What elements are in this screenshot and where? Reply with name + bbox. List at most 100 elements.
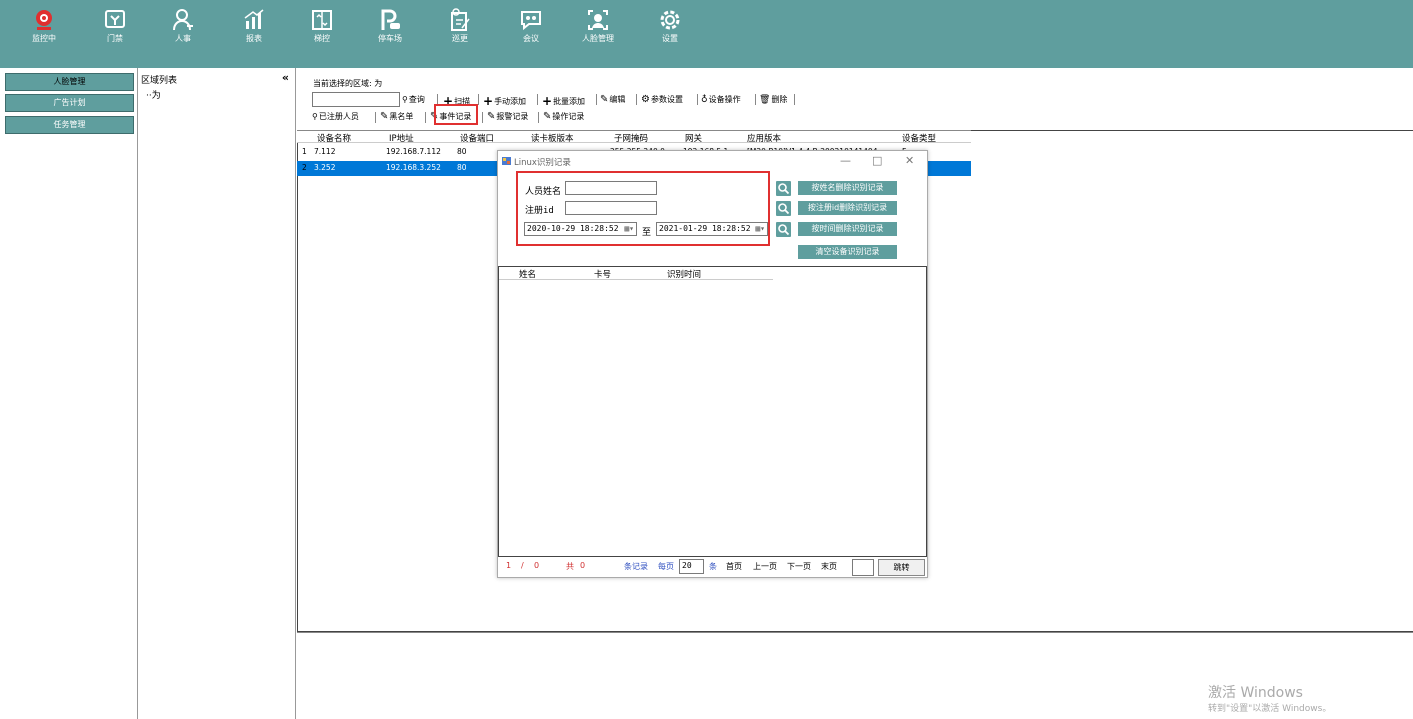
query-button[interactable]: ⚲ 查询 [402,94,425,105]
topbar-label: 门禁 [107,34,123,43]
topbar-item-door[interactable]: 门禁 [85,8,145,43]
manual-add-button[interactable]: + 手动添加 [483,94,526,108]
separator [755,94,756,105]
device-port: 80 [457,163,467,172]
person-name-input[interactable] [565,181,657,195]
total-count: 0 [580,561,586,570]
collapse-button[interactable]: « [282,71,289,84]
device-icon: ♁ [701,94,708,105]
date-to-picker[interactable]: 2021-01-29 18:28:52 ▦▾ [656,222,768,236]
person-icon [171,8,195,32]
topbar-label: 设置 [662,34,678,43]
search-name-button[interactable] [776,181,791,196]
column-header[interactable]: 设备端口 [460,132,494,144]
device-grid-header: 设备名称 IP地址 设备端口 读卡板版本 子网掩码 网关 应用版本 设备类型 [297,130,971,144]
edit-icon: ✎ [543,111,552,122]
device-ops-button[interactable]: ♁ 设备操作 [701,94,741,105]
alarm-records-button[interactable]: ✎ 报警记录 [487,111,528,122]
row-number: 2 [302,163,307,172]
search-id-button[interactable] [776,201,791,216]
edit-icon: ✎ [600,94,609,105]
topbar-label: 会议 [523,34,539,43]
plus-icon: + [483,94,494,108]
topbar-item-meeting[interactable]: 会议 [501,8,561,43]
total-label: 共 [566,562,574,571]
separator [537,94,538,105]
elevator-icon [310,8,334,32]
nav-item-ad-plan[interactable]: 广告计划 [5,94,134,112]
activation-watermark: 激活 Windows [1208,685,1303,701]
activation-watermark-hint: 转到"设置"以激活 Windows。 [1208,704,1332,714]
area-tree-panel: 区域列表 « ··为 [138,68,296,719]
device-name: 3.252 [314,163,336,172]
clear-records-button[interactable]: 清空设备识别记录 [798,245,897,259]
records-label: 条记录 [624,562,648,571]
topbar-item-elevator[interactable]: 梯控 [292,8,352,43]
topbar-item-parking[interactable]: 停车场 [360,8,420,43]
column-header[interactable]: 子网掩码 [614,132,648,144]
area-tree-node[interactable]: ··为 [146,88,161,101]
delete-by-time-button[interactable]: 按时间删除识别记录 [798,222,897,236]
face-icon [586,8,610,32]
topbar-item-patrol[interactable]: 巡更 [430,8,490,43]
search-time-button[interactable] [776,222,791,237]
separator [478,94,479,105]
close-button[interactable]: ✕ [905,154,914,167]
operation-records-button[interactable]: ✎ 操作记录 [543,111,584,122]
reg-id-input[interactable] [565,201,657,215]
row-number: 1 [302,147,307,156]
last-page-link[interactable]: 末页 [821,561,837,572]
goto-button[interactable]: 跳转 [878,559,925,576]
param-settings-button[interactable]: ⚙ 参数设置 [641,94,683,105]
topbar-item-settings[interactable]: 设置 [640,8,700,43]
minimize-button[interactable]: — [840,154,851,167]
next-page-link[interactable]: 下一页 [787,561,811,572]
column-header[interactable]: 识别时间 [667,268,701,280]
total-pages: 0 [534,561,540,570]
search-icon [778,224,790,236]
dialog-title: Linux识别记录 [514,158,571,168]
maximize-button[interactable]: □ [872,154,882,167]
separator [636,94,637,105]
edit-button[interactable]: ✎ 编辑 [600,94,625,105]
column-header[interactable]: 读卡板版本 [531,132,574,144]
per-page-input[interactable]: 20 [679,559,704,574]
date-from-picker[interactable]: 2020-10-29 18:28:52 ▦▾ [524,222,637,236]
delete-button[interactable]: 🗑 删除 [759,94,787,105]
delete-by-id-button[interactable]: 按注册id删除识别记录 [798,201,897,215]
goto-page-input[interactable] [852,559,874,576]
batch-add-button[interactable]: + 批量添加 [542,94,585,108]
separator [596,94,597,105]
column-header[interactable]: IP地址 [389,132,414,144]
app-icon [502,157,511,165]
column-header[interactable]: 设备类型 [902,132,936,144]
column-header[interactable]: 应用版本 [747,132,781,144]
top-toolbar: 监控中 门禁 人事 报表 梯控 停车场 巡更 会议 人脸管理 设置 [0,0,1413,68]
column-header[interactable]: 姓名 [519,268,536,280]
column-header[interactable]: 网关 [685,132,702,144]
topbar-item-reports[interactable]: 报表 [224,8,284,43]
delete-by-name-button[interactable]: 按姓名删除识别记录 [798,181,897,195]
prev-page-link[interactable]: 上一页 [753,561,777,572]
calendar-icon: ▦▾ [624,224,634,233]
topbar-label: 巡更 [452,34,468,43]
column-header[interactable]: 设备名称 [317,132,351,144]
blacklist-button[interactable]: ✎ 黑名单 [380,111,413,122]
registered-persons-button[interactable]: ⚲ 已注册人员 [312,111,359,122]
search-input[interactable] [312,92,400,107]
per-page-label: 每页 [658,562,674,571]
nav-item-task-management[interactable]: 任务管理 [5,116,134,134]
unit-label: 条 [709,562,717,571]
records-grid-header: 姓名 卡号 识别时间 [499,267,773,280]
to-label: 至 [642,228,652,238]
ip-address: 192.168.7.112 [386,147,441,156]
first-page-link[interactable]: 首页 [726,561,742,572]
column-header[interactable]: 卡号 [594,268,611,280]
search-icon: ⚲ [312,112,318,121]
topbar-label: 人脸管理 [582,34,614,43]
topbar-item-face[interactable]: 人脸管理 [568,8,628,43]
nav-item-face-management[interactable]: 人脸管理 [5,73,134,91]
page-slash: / [521,561,524,570]
topbar-item-personnel[interactable]: 人事 [153,8,213,43]
topbar-item-monitor[interactable]: 监控中 [14,8,74,43]
